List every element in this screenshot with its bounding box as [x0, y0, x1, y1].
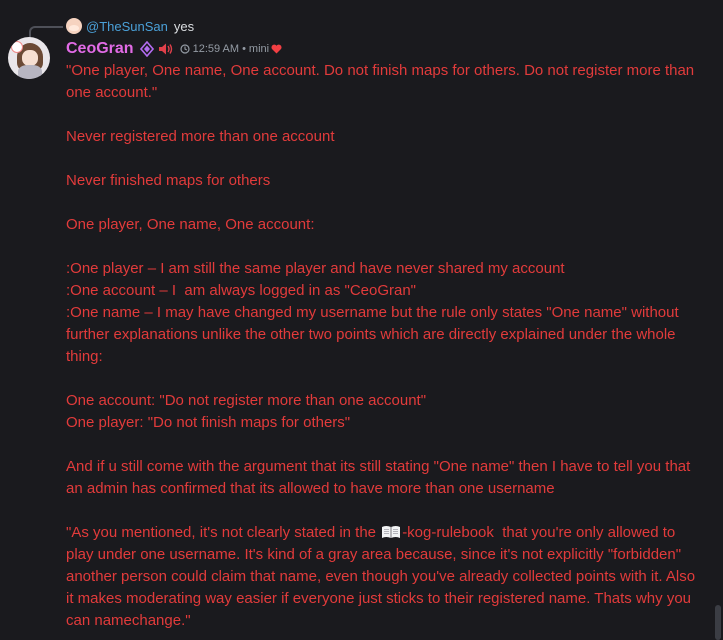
message-line: One player: "Do not finish maps for othe… — [66, 414, 351, 431]
message-line: One player, One name, One account: — [66, 216, 315, 233]
reply-username[interactable]: @TheSunSan — [86, 19, 168, 34]
reply-avatar-icon[interactable] — [66, 18, 82, 34]
message-line — [66, 236, 696, 258]
message-line — [66, 148, 696, 170]
message-line: :One account – I am always logged in as … — [66, 282, 417, 299]
avatar-face — [22, 50, 38, 66]
discord-message-view: @TheSunSan yes CeoGran 12:59 AM • mini "… — [0, 0, 723, 640]
message-line — [66, 500, 696, 522]
avatar-badge-icon — [11, 41, 23, 53]
message-line: "One player, One name, One account. Do n… — [66, 62, 699, 101]
avatar-body — [18, 65, 42, 79]
clock-icon — [179, 44, 190, 54]
message-line: :One player – I am still the same player… — [66, 260, 565, 277]
message-tag: mini — [248, 43, 270, 55]
message-header: CeoGran 12:59 AM • mini — [66, 38, 282, 60]
message-username[interactable]: CeoGran — [66, 40, 134, 58]
avatar[interactable] — [8, 37, 50, 79]
message-content: "One player, One name, One account. Do n… — [66, 60, 696, 632]
red-heart-icon — [271, 44, 282, 54]
message-line: Never registered more than one account — [66, 128, 335, 145]
message-timestamp: 12:59 AM • mini — [179, 43, 283, 55]
message-time: 12:59 AM — [192, 43, 240, 55]
message-line — [66, 368, 696, 390]
message-line — [66, 434, 696, 456]
quote-text-before: "As you mentioned, it's not clearly stat… — [66, 524, 381, 541]
timestamp-separator: • — [242, 43, 246, 55]
reply-text[interactable]: yes — [174, 19, 194, 34]
message-line: And if u still come with the argument th… — [66, 458, 695, 497]
message-line: :One name – I may have changed my userna… — [66, 304, 683, 365]
book-channel-icon[interactable] — [381, 525, 401, 539]
message-lines: "One player, One name, One account. Do n… — [66, 60, 696, 522]
message-line — [66, 104, 696, 126]
purple-gem-role-icon[interactable] — [139, 41, 154, 57]
message-quote: "As you mentioned, it's not clearly stat… — [66, 522, 696, 632]
scrollbar[interactable] — [715, 605, 721, 640]
reply-reference[interactable]: @TheSunSan yes — [66, 17, 194, 35]
message-line — [66, 192, 696, 214]
message-line: Never finished maps for others — [66, 172, 271, 189]
channel-link[interactable]: -kog-rulebook — [402, 524, 494, 541]
message-line: One account: "Do not register more than … — [66, 392, 427, 409]
speaker-muted-icon[interactable] — [158, 42, 174, 56]
